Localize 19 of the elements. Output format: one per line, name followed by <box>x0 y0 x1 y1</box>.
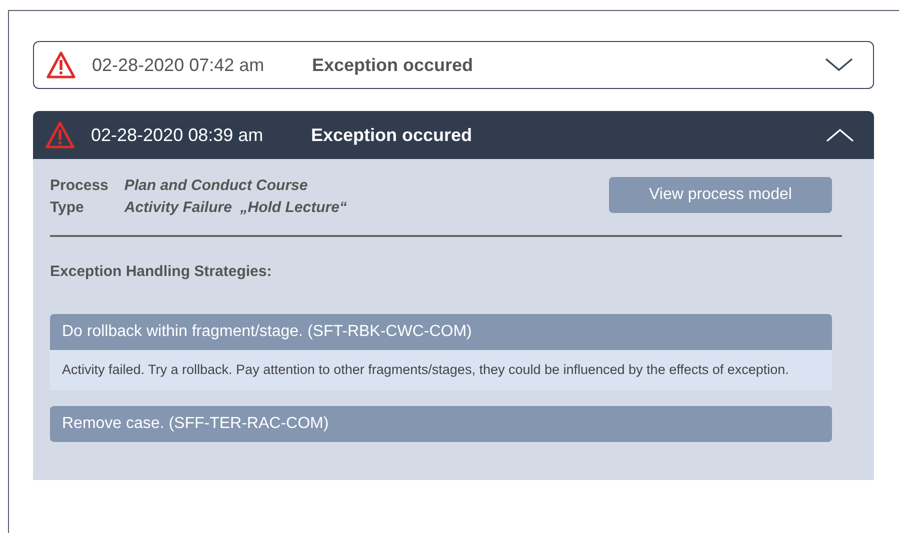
strategy-item[interactable]: Remove case. (SFF-TER-RAC-COM) <box>50 406 832 442</box>
detail-value: Activity Failure „Hold Lecture“ <box>124 198 347 218</box>
detail-value: Plan and Conduct Course <box>124 176 309 196</box>
exception-title: Exception occured <box>311 124 472 147</box>
exception-time: 02-28-2020 08:39 am <box>91 124 264 146</box>
chevron-up-icon[interactable] <box>826 128 854 142</box>
view-process-model-button[interactable]: View process model <box>609 177 832 213</box>
warning-icon <box>45 121 75 149</box>
detail-label: Type <box>50 198 85 218</box>
strategies-heading: Exception Handling Strategies: <box>50 262 273 282</box>
strategy-description: Activity failed. Try a rollback. Pay attention to other fragments/stages, they could be influenced by the effects of exception. <box>50 350 832 390</box>
exception-time: 02-28-2020 07:42 am <box>92 54 266 76</box>
exception-header[interactable]: 02-28-2020 08:39 am Exception occured <box>33 111 874 159</box>
chevron-down-icon[interactable] <box>825 58 853 72</box>
exception-header[interactable]: 02-28-2020 07:42 am Exception occured <box>33 41 874 89</box>
detail-label: Process <box>50 176 108 196</box>
warning-icon <box>46 51 76 79</box>
exception-title: Exception occured <box>312 54 474 77</box>
strategy-item[interactable]: Do rollback within fragment/stage. (SFT-RBK-CWC-COM) <box>50 314 832 350</box>
